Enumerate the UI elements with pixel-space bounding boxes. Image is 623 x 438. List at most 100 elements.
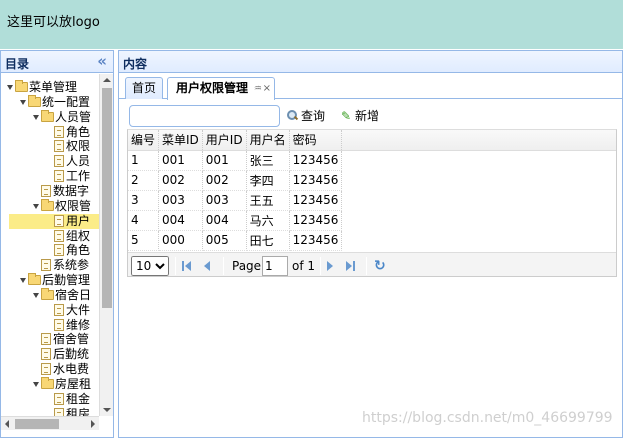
tree-expand-arrow-icon[interactable]	[20, 278, 26, 284]
file-icon	[54, 407, 64, 416]
table-cell: 4	[128, 210, 160, 231]
file-icon	[54, 303, 64, 316]
page-size-select[interactable]: 10	[131, 256, 169, 276]
add-button[interactable]: ✎ 新增	[341, 107, 379, 125]
column-header-user-id[interactable]: 用户ID	[202, 130, 247, 151]
tree-node[interactable]: 统一配置	[1, 94, 99, 110]
tree-expand-arrow-icon[interactable]	[33, 114, 39, 120]
tree-node[interactable]: 菜单管理	[1, 80, 99, 95]
tab-home[interactable]: 首页	[125, 77, 163, 99]
data-grid: 编号 菜单ID 用户ID 用户名 密码 1 001 001 张三 123456 2 002 0…	[127, 129, 617, 277]
table-cell: 002	[158, 170, 203, 191]
tree-expand-arrow-icon[interactable]	[7, 85, 13, 90]
tree-node[interactable]: 用户	[9, 213, 99, 229]
table-cell: 004	[202, 210, 247, 231]
center-panel-title: 内容	[123, 57, 148, 71]
pager-separator	[366, 257, 367, 275]
grid-header-row: 编号 菜单ID 用户ID 用户名 密码	[128, 130, 343, 151]
tree-node[interactable]: 维修	[1, 318, 99, 333]
collapse-left-icon[interactable]: «	[97, 52, 107, 70]
tab-user-permission[interactable]: 用户权限管理 ♒ ×	[167, 77, 275, 100]
tabs-bar: 首页 用户权限管理 ♒ ×	[119, 74, 622, 100]
table-row[interactable]: 2 002 002 李四 123456	[128, 170, 343, 191]
column-header-password[interactable]: 密码	[289, 130, 343, 151]
file-icon	[41, 259, 51, 272]
tree-node[interactable]: 组权	[1, 229, 99, 244]
table-cell: 123456	[289, 170, 343, 191]
search-input[interactable]	[129, 105, 280, 127]
table-cell: 田七	[246, 230, 290, 251]
scroll-thumb-horizontal[interactable]	[15, 419, 59, 429]
prev-page-icon[interactable]	[201, 260, 213, 272]
scroll-up-arrow-icon[interactable]	[103, 78, 111, 82]
next-page-icon[interactable]	[324, 260, 336, 272]
tree-node-label: 用户	[66, 213, 91, 228]
tree-node-label: 权限	[66, 139, 91, 154]
tree-node[interactable]: 宿舍日	[1, 287, 99, 303]
table-cell: 5	[128, 230, 160, 251]
tree-node[interactable]: 人员管	[1, 109, 99, 125]
tree-node[interactable]: 水电费	[1, 362, 99, 377]
tree-node[interactable]: 宿舍管	[1, 332, 99, 347]
column-header-menu-id[interactable]: 菜单ID	[158, 130, 203, 151]
tree-node[interactable]: 权限管	[1, 198, 99, 214]
tab-close-icon[interactable]: ×	[263, 78, 271, 99]
table-cell: 2	[128, 170, 160, 191]
tree-node[interactable]: 系统参	[1, 258, 99, 273]
refresh-icon[interactable]: ↻	[374, 258, 386, 274]
tree-node[interactable]: 房屋租	[1, 377, 99, 392]
folder-icon	[15, 80, 28, 92]
tree-node[interactable]: 后勤管理	[1, 273, 99, 288]
tree-node-label: 角色	[66, 124, 91, 139]
tree-expand-arrow-icon[interactable]	[33, 203, 39, 209]
file-icon	[54, 155, 64, 168]
table-row[interactable]: 1 001 001 张三 123456	[128, 150, 343, 171]
first-page-icon[interactable]	[181, 260, 193, 272]
tree-node[interactable]: 租房	[1, 407, 99, 416]
scroll-thumb[interactable]	[102, 88, 112, 308]
query-button[interactable]: 查询	[287, 107, 325, 125]
file-icon	[41, 333, 51, 346]
tree-node[interactable]: 权限	[1, 139, 99, 154]
scroll-down-arrow-icon[interactable]	[103, 408, 111, 412]
file-icon	[54, 170, 64, 183]
tab-home-label: 首页	[131, 81, 156, 95]
folder-icon	[41, 198, 54, 211]
tree-node[interactable]: 角色	[1, 243, 99, 258]
center-panel: 内容 首页 用户权限管理 ♒ × 查询 ✎ 新增 编号 菜单ID 用户ID 用户…	[118, 50, 623, 438]
table-row[interactable]: 4 004 004 马六 123456	[128, 210, 343, 231]
tree-node[interactable]: 数据字	[1, 184, 99, 199]
tree-expand-arrow-icon[interactable]	[33, 382, 39, 387]
tree-node-label: 统一配置	[42, 94, 91, 109]
tree-vertical-scrollbar[interactable]	[99, 74, 113, 416]
tree-node[interactable]: 人员	[1, 154, 99, 169]
file-icon	[54, 229, 64, 242]
tree-expand-arrow-icon[interactable]	[33, 292, 39, 298]
scroll-right-arrow-icon[interactable]	[91, 420, 95, 428]
table-row[interactable]: 3 003 003 王五 123456	[128, 190, 343, 211]
scroll-left-arrow-icon[interactable]	[5, 420, 9, 428]
last-page-icon[interactable]	[344, 260, 356, 272]
west-panel-title: 目录	[5, 57, 30, 71]
tree-node[interactable]: 角色	[1, 125, 99, 140]
grid-toolbar: 查询 ✎ 新增	[127, 104, 617, 128]
table-cell: 1	[128, 150, 160, 171]
tree-node[interactable]: 后勤统	[1, 347, 99, 362]
tree-node[interactable]: 大件	[1, 303, 99, 318]
table-cell: 123456	[289, 190, 343, 211]
file-icon	[54, 392, 64, 405]
file-icon	[54, 318, 64, 331]
tree-expand-arrow-icon[interactable]	[20, 99, 26, 105]
folder-icon	[41, 377, 54, 389]
page-number-input[interactable]	[262, 256, 288, 276]
tab-pin-icon[interactable]: ♒	[254, 79, 262, 100]
tree-node[interactable]: 工作	[1, 169, 99, 184]
column-header-id[interactable]: 编号	[128, 130, 160, 151]
tree-node-label: 租房	[66, 406, 91, 416]
pager-separator	[320, 257, 321, 275]
tree-node[interactable]: 租金	[1, 392, 99, 407]
table-row[interactable]: 5 000 005 田七 123456	[128, 230, 343, 251]
column-header-username[interactable]: 用户名	[246, 130, 290, 151]
tree-horizontal-scrollbar[interactable]	[1, 416, 99, 430]
pager-separator	[223, 257, 224, 275]
